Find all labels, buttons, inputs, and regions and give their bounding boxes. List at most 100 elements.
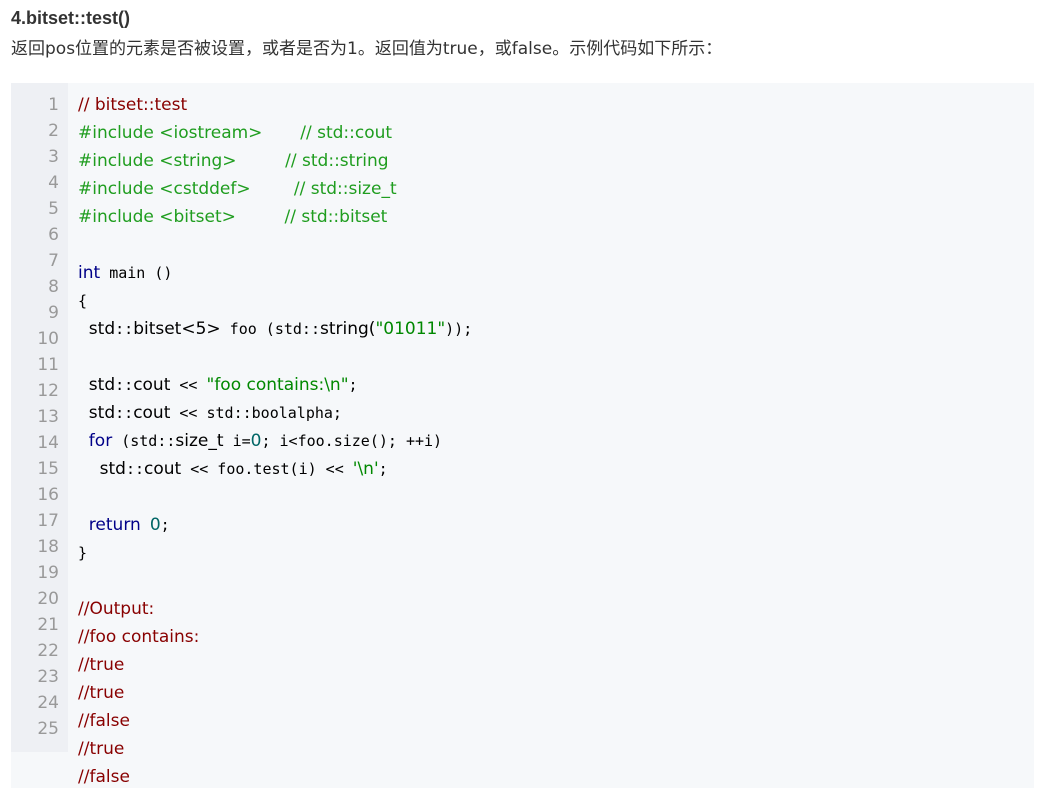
code-line: //foo contains: xyxy=(78,626,472,654)
code-line: std::cout << foo.test(i) << '\n'; xyxy=(78,458,472,486)
line-number: 23 xyxy=(37,667,59,687)
code-line: { xyxy=(78,290,472,318)
code-line: #include <bitset> // std::bitset xyxy=(78,206,472,234)
line-number: 13 xyxy=(37,407,59,427)
code-token: //false xyxy=(78,711,130,731)
code-line: //true xyxy=(78,654,472,682)
code-token: 0 xyxy=(149,515,161,535)
code-token: #include <string> // std::string xyxy=(78,151,389,171)
section-description: 返回pos位置的元素是否被设置，或者是否为1。返回值为true，或false。示… xyxy=(11,39,723,59)
code-token: std xyxy=(78,459,126,479)
code-line: #include <cstddef> // std::size_t xyxy=(78,178,472,206)
code-token: ; i<foo.size(); ++i) xyxy=(261,432,443,450)
line-number: 17 xyxy=(37,511,59,531)
code-token: //foo contains: xyxy=(78,627,200,647)
section-heading: 4.bitset::test() xyxy=(11,8,131,28)
line-number: 19 xyxy=(37,563,59,583)
code-token: { xyxy=(78,292,88,310)
code-token: std xyxy=(78,403,116,423)
code-line: std::cout << "foo contains:\n"; xyxy=(78,374,472,402)
code-line: //false xyxy=(78,766,472,794)
code-token: ; xyxy=(378,460,388,478)
code-token: << foo.test(i) << xyxy=(181,460,353,478)
code-token: //true xyxy=(78,683,125,703)
code-token: :: xyxy=(115,376,134,394)
code-token: i= xyxy=(223,432,251,450)
line-number: 9 xyxy=(48,303,59,323)
code-token: 0 xyxy=(250,431,262,451)
line-number: 22 xyxy=(37,641,59,661)
code-token: int xyxy=(78,263,101,283)
line-number: 3 xyxy=(48,147,59,167)
code-line: std::cout << std::boolalpha; xyxy=(78,402,472,430)
code-token: std xyxy=(78,375,116,395)
line-number: 21 xyxy=(37,615,59,635)
line-number: 4 xyxy=(48,173,59,193)
code-token: :: xyxy=(115,404,134,422)
code-token: //true xyxy=(78,739,125,759)
code-token: std xyxy=(78,319,116,339)
line-number: 1 xyxy=(48,95,59,115)
code-token: #include <iostream> // std::cout xyxy=(78,123,393,143)
code-token: #include <cstddef> // std::size_t xyxy=(78,179,397,199)
line-number: 16 xyxy=(37,485,59,505)
code-block[interactable]: 1 2 3 4 5 6 7 8 9 10 11 12 13 14 15 16 17 18 19 20 21 22 23 24 2… xyxy=(11,83,1034,788)
line-number: 15 xyxy=(37,459,59,479)
code-line: #include <string> // std::string xyxy=(78,150,472,178)
line-number: 20 xyxy=(37,589,59,609)
code-token: cout xyxy=(133,375,171,395)
code-token: (std:: xyxy=(112,432,176,450)
code-line: return 0; xyxy=(78,514,472,542)
code-token: string( xyxy=(320,319,376,339)
code-token: '\n' xyxy=(352,459,379,479)
line-number: 6 xyxy=(48,225,59,245)
code-token: for xyxy=(78,431,113,451)
code-token: main () xyxy=(100,264,173,282)
code-token: //Output: xyxy=(78,599,155,619)
code-token: :: xyxy=(115,320,134,338)
line-number: 14 xyxy=(37,433,59,453)
code-content[interactable]: // bitset::test #include <iostream> // st… xyxy=(78,94,472,794)
line-number: 5 xyxy=(48,199,59,219)
line-number: 7 xyxy=(48,251,59,271)
line-number: 11 xyxy=(37,355,59,375)
code-token: "foo contains:\n" xyxy=(206,375,349,395)
code-token: :: xyxy=(125,460,144,478)
code-line: // bitset::test xyxy=(78,94,472,122)
line-number: 12 xyxy=(37,381,59,401)
code-token: cout xyxy=(144,459,182,479)
line-number: 8 xyxy=(48,277,59,297)
code-line: //false xyxy=(78,710,472,738)
line-number: 18 xyxy=(37,537,59,557)
code-token: ; xyxy=(160,516,170,534)
code-token: cout xyxy=(133,403,171,423)
code-token: return xyxy=(78,515,141,535)
code-line: //Output: xyxy=(78,598,472,626)
code-line: for (std::size_t i=0; i<foo.size(); ++i) xyxy=(78,430,472,458)
code-line: #include <iostream> // std::cout xyxy=(78,122,472,150)
code-line: //true xyxy=(78,682,472,710)
code-line: std::bitset<5> foo (std::string("01011")… xyxy=(78,318,472,346)
code-token: << std::boolalpha; xyxy=(170,404,342,422)
code-token: } xyxy=(78,544,88,562)
line-number: 10 xyxy=(37,329,59,349)
code-token: ; xyxy=(348,376,358,394)
code-token: size_t xyxy=(175,431,224,451)
line-number: 25 xyxy=(37,719,59,739)
code-line: } xyxy=(78,542,472,570)
code-token: << xyxy=(170,376,207,394)
code-token: #include <bitset> // std::bitset xyxy=(78,207,388,227)
code-line: //true xyxy=(78,738,472,766)
line-number: 2 xyxy=(48,121,59,141)
code-line: int main () xyxy=(78,262,472,290)
code-token: //true xyxy=(78,655,125,675)
code-token: //false xyxy=(78,767,130,787)
line-number-gutter: 1 2 3 4 5 6 7 8 9 10 11 12 13 14 15 16 17 18 19 20 21 22 23 24 2… xyxy=(11,83,68,752)
code-token: foo (std:: xyxy=(220,320,320,338)
code-token: bitset<5> xyxy=(133,319,221,339)
